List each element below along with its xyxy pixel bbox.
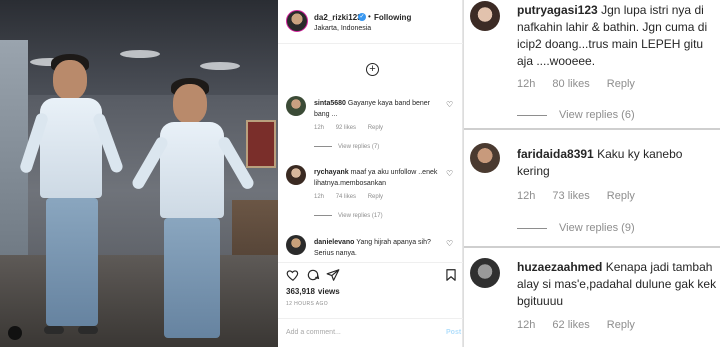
avatar[interactable] bbox=[470, 1, 500, 31]
heart-icon[interactable]: ♡ bbox=[446, 169, 453, 178]
post-panel: da2_rizki123 ✓ • Following Jakarta, Indo… bbox=[278, 0, 463, 347]
separator-dot: • bbox=[368, 12, 371, 21]
heart-icon[interactable]: ♡ bbox=[446, 100, 453, 109]
divider bbox=[464, 246, 720, 248]
comment-age: 12h bbox=[517, 190, 536, 202]
avatar[interactable] bbox=[470, 143, 500, 173]
zoomed-comments-panel: putryagasi123 Jgn lupa istri nya di nafk… bbox=[463, 0, 720, 347]
comment-text: faridaida8391 Kaku ky kanebo kering bbox=[517, 146, 717, 180]
heart-icon[interactable] bbox=[286, 268, 300, 282]
comment-likes[interactable]: 73 likes bbox=[552, 190, 589, 202]
plus-circle-icon[interactable]: + bbox=[366, 63, 379, 76]
view-count: 363,918 views bbox=[286, 287, 340, 296]
comment-age: 12h bbox=[517, 78, 536, 90]
comment-username[interactable]: faridaida8391 bbox=[517, 147, 594, 161]
comment-icon[interactable] bbox=[306, 268, 320, 282]
comment-age: 12h bbox=[314, 194, 325, 200]
view-replies-button[interactable]: View replies (6) bbox=[517, 109, 635, 121]
comment-meta: 12h 92 likes Reply bbox=[314, 125, 393, 131]
view-replies-button[interactable]: View replies (9) bbox=[517, 222, 635, 234]
verified-icon: ✓ bbox=[358, 13, 366, 21]
add-comment-input[interactable]: Add a comment... bbox=[286, 329, 341, 336]
post-header: da2_rizki123 ✓ • Following Jakarta, Indo… bbox=[278, 0, 463, 44]
comment-text: rychayank maaf ya aku unfollow ..enek li… bbox=[314, 167, 444, 189]
comment-likes[interactable]: 62 likes bbox=[552, 319, 589, 331]
dancer-left bbox=[18, 52, 128, 342]
post-comment: rychayank maaf ya aku unfollow ..enek li… bbox=[278, 163, 463, 225]
comment-meta: 12h 74 likes Reply bbox=[314, 194, 393, 200]
view-replies-button[interactable]: View replies (7) bbox=[314, 144, 379, 150]
avatar[interactable] bbox=[286, 165, 306, 185]
post-timestamp: 12 HOURS AGO bbox=[286, 301, 329, 307]
post-comment-button[interactable]: Post bbox=[446, 329, 461, 336]
reply-button[interactable]: Reply bbox=[607, 190, 635, 202]
avatar[interactable] bbox=[470, 258, 500, 288]
avatar[interactable] bbox=[286, 10, 308, 32]
comment-username[interactable]: danielevano bbox=[314, 239, 354, 246]
heart-icon[interactable]: ♡ bbox=[446, 239, 453, 248]
comment-username[interactable]: putryagasi123 bbox=[517, 3, 598, 17]
avatar[interactable] bbox=[286, 96, 306, 116]
comment-likes[interactable]: 80 likes bbox=[552, 78, 589, 90]
reply-button[interactable]: Reply bbox=[607, 319, 635, 331]
following-button[interactable]: Following bbox=[374, 13, 411, 22]
zoomed-comment: faridaida8391 Kaku ky kanebo kering 12h … bbox=[464, 140, 720, 250]
comment-meta: 12h 80 likes Reply bbox=[517, 78, 649, 90]
post-comment: sinta5680 Gayanye kaya band bener bang .… bbox=[278, 94, 463, 156]
post-action-bar bbox=[278, 262, 463, 284]
views-number: 363,918 bbox=[286, 287, 315, 296]
dancer-right bbox=[130, 76, 260, 346]
views-label: views bbox=[317, 287, 340, 296]
video-frame[interactable] bbox=[0, 0, 278, 347]
comment-text: danielevano Yang hijrah apanya sih? Seri… bbox=[314, 237, 444, 259]
post-username[interactable]: da2_rizki123 bbox=[314, 13, 362, 22]
add-comment-bar: Add a comment... Post bbox=[278, 318, 463, 347]
view-replies-button[interactable]: View replies (17) bbox=[314, 213, 383, 219]
comment-username[interactable]: rychayank bbox=[314, 169, 349, 176]
comment-meta: 12h 62 likes Reply bbox=[517, 319, 649, 331]
comment-likes[interactable]: 92 likes bbox=[336, 125, 356, 131]
comment-username[interactable]: huzaezaahmed bbox=[517, 260, 602, 274]
post-location[interactable]: Jakarta, Indonesia bbox=[314, 25, 371, 32]
comment-text: sinta5680 Gayanye kaya band bener bang .… bbox=[314, 98, 444, 120]
reply-button[interactable]: Reply bbox=[368, 125, 383, 131]
comment-text: huzaezaahmed Kenapa jadi tambah alay si … bbox=[517, 259, 717, 310]
ceiling-light bbox=[200, 62, 240, 70]
tiktok-icon bbox=[8, 326, 22, 340]
zoomed-comment: putryagasi123 Jgn lupa istri nya di nafk… bbox=[464, 0, 720, 130]
zoomed-comment: huzaezaahmed Kenapa jadi tambah alay si … bbox=[464, 256, 720, 347]
comment-meta: 12h 73 likes Reply bbox=[517, 190, 649, 202]
bookmark-icon[interactable] bbox=[444, 268, 458, 282]
comment-text: putryagasi123 Jgn lupa istri nya di nafk… bbox=[517, 2, 717, 70]
share-icon[interactable] bbox=[326, 268, 340, 282]
divider bbox=[464, 128, 720, 130]
post-comment: danielevano Yang hijrah apanya sih? Seri… bbox=[278, 233, 463, 261]
comment-likes[interactable]: 74 likes bbox=[336, 194, 356, 200]
avatar[interactable] bbox=[286, 235, 306, 255]
reply-button[interactable]: Reply bbox=[607, 78, 635, 90]
comment-age: 12h bbox=[517, 319, 536, 331]
comment-age: 12h bbox=[314, 125, 325, 131]
reply-button[interactable]: Reply bbox=[368, 194, 383, 200]
comment-username[interactable]: sinta5680 bbox=[314, 100, 346, 107]
